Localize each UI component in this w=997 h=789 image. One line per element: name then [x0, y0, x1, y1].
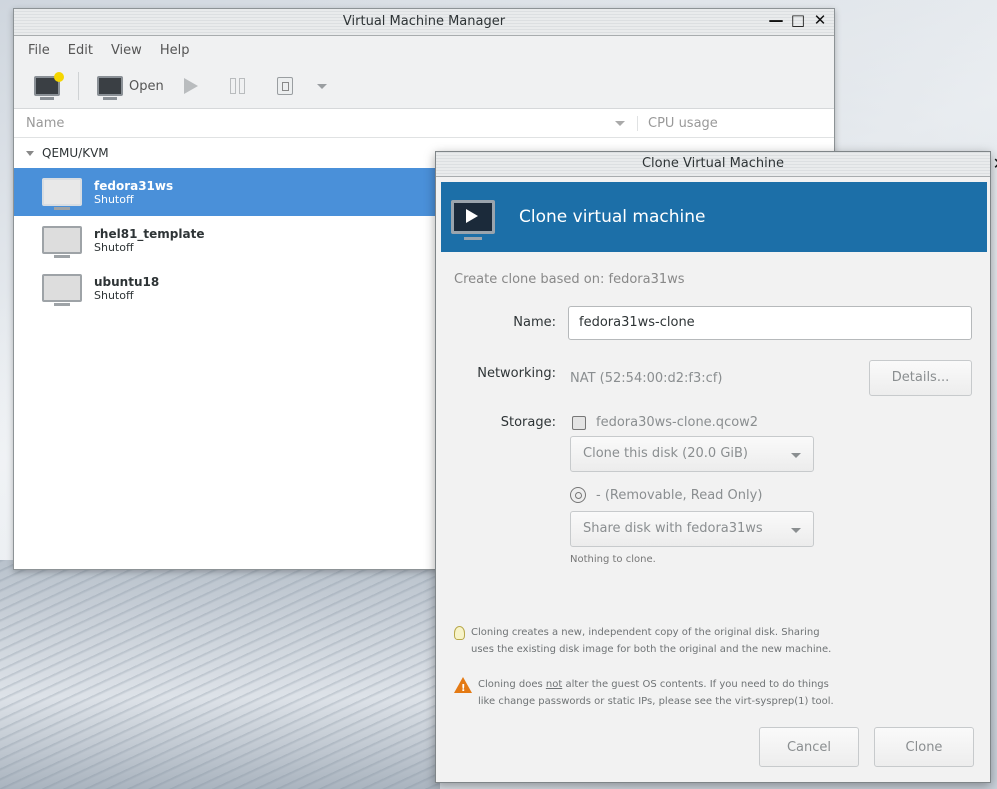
vm-name: rhel81_template: [94, 226, 205, 241]
open-button[interactable]: Open: [97, 76, 164, 100]
name-label: Name:: [513, 315, 556, 330]
sharing-note-line2: uses the existing disk image for both th…: [471, 644, 832, 655]
window-controls: — □ ✕: [768, 11, 828, 29]
storage-label: Storage:: [500, 415, 556, 430]
chevron-down-icon: [316, 83, 327, 89]
chevron-down-icon: [791, 528, 801, 533]
menu-help[interactable]: Help: [160, 43, 190, 58]
sharing-note-line1: Cloning creates a new, independent copy …: [471, 627, 820, 638]
minimize-icon[interactable]: —: [768, 11, 784, 29]
monitor-icon: [97, 76, 123, 100]
chevron-down-icon: [791, 453, 801, 458]
warning-text-pre: Cloning does: [478, 679, 546, 690]
clone-base-label: Create clone based on: fedora31ws: [454, 272, 685, 287]
networking-label: Networking:: [477, 366, 556, 381]
disk2-name: - (Removable, Read Only): [596, 487, 763, 503]
disk2-line: - (Removable, Read Only): [570, 487, 762, 503]
clone-name-input[interactable]: fedora31ws-clone: [568, 306, 972, 340]
column-name[interactable]: Name: [14, 116, 615, 131]
vm-monitor-icon: [42, 226, 82, 258]
menu-edit[interactable]: Edit: [68, 43, 93, 58]
disk1-name: fedora30ws-clone.qcow2: [596, 415, 759, 430]
open-label: Open: [129, 78, 164, 94]
warning-note-line1: Cloning does not alter the guest OS cont…: [478, 676, 834, 693]
main-titlebar[interactable]: Virtual Machine Manager — □ ✕: [14, 9, 834, 36]
warning-note-line2: like change passwords or static IPs, ple…: [478, 696, 834, 707]
disk1-line: fedora30ws-clone.qcow2: [572, 415, 758, 430]
disk1-action-select[interactable]: Clone this disk (20.0 GiB): [570, 436, 814, 472]
shutdown-menu-button[interactable]: [316, 83, 327, 89]
menubar: File Edit View Help: [14, 36, 834, 64]
details-button[interactable]: Details...: [869, 360, 972, 396]
vm-state: Shutoff: [94, 192, 134, 206]
new-vm-icon: [34, 72, 64, 100]
clone-button[interactable]: Clone: [874, 727, 974, 767]
desktop-wallpaper-detail: [0, 560, 440, 789]
vm-state: Shutoff: [94, 240, 134, 254]
dialog-title: Clone Virtual Machine: [641, 156, 785, 171]
vm-monitor-icon: [42, 274, 82, 306]
shutdown-icon: [276, 77, 293, 95]
disk2-action-select[interactable]: Share disk with fedora31ws: [570, 511, 814, 547]
warning-text-post: alter the guest OS contents. If you need…: [562, 679, 829, 690]
clone-vm-icon: [451, 200, 495, 240]
banner-title: Clone virtual machine: [519, 207, 706, 227]
harddisk-icon: [572, 415, 586, 430]
warning-icon: [454, 677, 472, 697]
play-icon: [183, 78, 198, 94]
cdrom-icon: [570, 487, 586, 503]
pause-button[interactable]: [229, 78, 245, 94]
vm-name: ubuntu18: [94, 274, 160, 289]
menu-view[interactable]: View: [111, 43, 142, 58]
column-cpu-usage[interactable]: CPU usage: [637, 115, 834, 131]
vm-name: fedora31ws: [94, 178, 174, 193]
lightbulb-icon: [454, 626, 465, 640]
close-icon[interactable]: ✕: [812, 11, 828, 29]
shutdown-button[interactable]: [276, 77, 293, 95]
disk1-action-value: Clone this disk (20.0 GiB): [583, 446, 748, 461]
networking-value: NAT (52:54:00:d2:f3:cf): [570, 371, 723, 386]
warning-note: Cloning does not alter the guest OS cont…: [454, 676, 834, 710]
sharing-note: Cloning creates a new, independent copy …: [454, 624, 831, 658]
toolbar: Open: [14, 64, 834, 109]
maximize-icon[interactable]: □: [790, 11, 806, 29]
dialog-titlebar[interactable]: Clone Virtual Machine: [436, 152, 990, 177]
run-button[interactable]: [183, 78, 198, 94]
list-header: Name CPU usage: [14, 109, 834, 138]
nothing-to-clone-label: Nothing to clone.: [570, 554, 656, 565]
new-vm-button[interactable]: [34, 72, 64, 100]
warning-text-not: not: [545, 679, 563, 690]
dialog-banner: Clone virtual machine: [441, 182, 987, 252]
menu-file[interactable]: File: [28, 43, 50, 58]
toolbar-separator: [78, 72, 79, 100]
cancel-button[interactable]: Cancel: [759, 727, 859, 767]
expander-icon[interactable]: [26, 150, 34, 156]
main-window-title: Virtual Machine Manager: [342, 14, 506, 29]
clone-dialog: Clone Virtual Machine ✕ Clone virtual ma…: [435, 151, 997, 783]
disk2-action-value: Share disk with fedora31ws: [583, 521, 763, 536]
sort-arrow-icon: [615, 120, 625, 126]
close-icon[interactable]: ✕: [993, 154, 997, 173]
connection-name: QEMU/KVM: [42, 146, 109, 160]
pause-icon: [229, 78, 245, 94]
vm-monitor-icon: [42, 178, 82, 210]
vm-state: Shutoff: [94, 288, 134, 302]
